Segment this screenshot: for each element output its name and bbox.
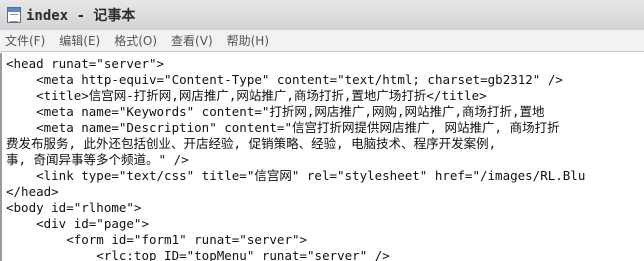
code-line: <div id="page"> (6, 216, 149, 231)
code-line: <link type="text/css" title="信宫网" rel="s… (6, 168, 586, 183)
code-line: <meta name="Keywords" content="打折网,网店推广,… (6, 104, 545, 119)
code-line: </head> (6, 184, 59, 199)
menu-view[interactable]: 查看(V) (171, 32, 213, 49)
code-line: 事, 奇闻异事等多个频道。" /> (6, 152, 189, 167)
title-bar[interactable]: index - 记事本 (0, 0, 644, 30)
code-line: <form id="form1" runat="server"> (6, 232, 308, 247)
code-line: 费发布服务, 此外还包括创业、开店经验, 促销策略、经验, 电脑技术、程序开发案… (6, 136, 497, 151)
code-line: <head runat="server"> (6, 56, 165, 71)
notepad-icon (7, 7, 21, 23)
menu-format[interactable]: 格式(O) (114, 32, 157, 49)
menu-file[interactable]: 文件(F) (5, 32, 45, 49)
code-line: <title>信宫网-打折网,网店推广,网站推广,商场打折,置地广场打折</ti… (6, 88, 487, 103)
text-editor[interactable]: <head runat="server"> <meta http-equiv="… (0, 53, 644, 261)
code-line: <body id="rlhome"> (6, 200, 142, 215)
code-line: <meta http-equiv="Content-Type" content=… (6, 72, 563, 87)
menu-edit[interactable]: 编辑(E) (59, 32, 100, 49)
menu-help[interactable]: 帮助(H) (227, 32, 269, 49)
code-line: <rlc:top ID="topMenu" runat="server" /> (6, 248, 390, 261)
code-line: <meta name="Description" content="信宫打折网提… (6, 120, 560, 135)
menu-bar: 文件(F) 编辑(E) 格式(O) 查看(V) 帮助(H) (0, 30, 644, 52)
window-title: index - 记事本 (26, 8, 136, 24)
